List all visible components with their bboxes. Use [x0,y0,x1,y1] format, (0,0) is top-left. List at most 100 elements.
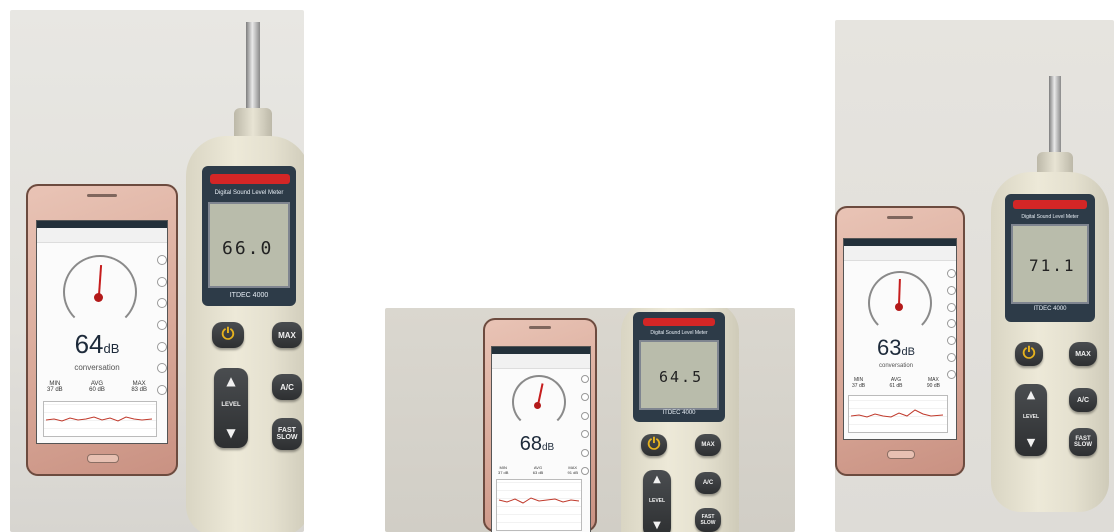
photo-3: 63dB conversation MIN 37 dB AVG 61 dB MAX 9… [835,20,1114,532]
phone-1: 64dB conversation MIN 37 dB AVG 60 dB MAX 8… [26,184,178,476]
app-bar [492,354,590,369]
lcd-value: 64.5 [659,368,704,386]
history-graph [848,395,948,433]
toolbar-icon[interactable] [947,285,956,295]
lcd-value: 71.1 [1029,256,1076,275]
meter-brand: Digital Sound Level Meter [650,330,708,336]
ac-button[interactable]: A/C [1069,388,1097,412]
stat-max: MAX 90 dB [927,377,940,389]
up-arrow-icon[interactable]: ▲ [643,474,671,485]
phone-screen: 63dB conversation MIN 37 dB AVG 61 dB MAX 9… [843,238,957,440]
db-reading: 68dB [492,433,582,456]
meter-model: ITDEC 4000 [662,410,696,416]
needle-hub [895,303,903,311]
lcd-value: 66.0 [222,238,274,259]
toolbar-icon[interactable] [581,448,589,457]
meter-model: ITDEC 4000 [1033,306,1067,312]
toolbar-icon[interactable] [947,269,956,278]
power-icon: ⏻ [221,326,235,343]
home-button [887,450,915,459]
app-bar [37,228,167,243]
db-caption: conversation [74,363,120,372]
sound-level-meter-2: Digital Sound Level Meter 64.5 ITDEC 400… [621,308,739,532]
toolbar-icon[interactable] [947,369,956,379]
ac-button[interactable]: A/C [272,374,302,400]
up-arrow-icon[interactable]: ▲ [214,374,248,388]
level-pad: ▲ LEVEL ▼ [643,470,671,532]
db-value: 63 [877,335,902,360]
stat-value: 37 dB [47,387,63,393]
down-arrow-icon[interactable]: ▼ [643,520,671,531]
stat-value: 61 dB [889,383,903,389]
toolbar-icon[interactable] [947,353,956,363]
toolbar-icon[interactable] [157,341,167,352]
db-value: 64 [74,329,104,359]
up-arrow-icon[interactable]: ▲ [1015,388,1047,401]
meter-probe [1049,76,1061,156]
power-button[interactable]: ⏻ [641,434,667,456]
fast-slow-button[interactable]: FAST SLOW [695,508,721,532]
down-arrow-icon[interactable]: ▼ [214,426,248,440]
phone-screen: 68dB MIN 37 dB AVG 63 dB MAX 91 dB [491,346,591,532]
toolbar-icon[interactable] [157,384,167,395]
stat-value: 37 dB [852,383,866,389]
toolbar-icon[interactable] [157,363,167,374]
power-icon: ⏻ [1022,345,1036,362]
stats-row: MIN 37 dB AVG 61 dB MAX 90 dB [852,377,940,389]
meter-brand: Digital Sound Level Meter [214,190,284,196]
photo-1: 64dB conversation MIN 37 dB AVG 60 dB MAX 8… [10,10,304,532]
toolbar-icon[interactable] [581,466,589,475]
stats-row: MIN 37 dB AVG 63 dB MAX 91 dB [498,465,578,475]
db-reading: 63dB [844,335,948,361]
max-button[interactable]: MAX [1069,342,1097,366]
toolbar-icon[interactable] [157,276,167,287]
stat-avg: AVG 61 dB [889,377,902,389]
status-bar [844,239,956,246]
toolbar-icon[interactable] [581,393,589,402]
fast-slow-button[interactable]: FAST SLOW [272,418,302,450]
fast-label: FAST [278,427,296,434]
toolbar-icon[interactable] [947,336,956,346]
history-trace [850,409,944,418]
brand-logo [210,174,290,184]
toolbar-icon[interactable] [581,375,589,383]
brand-logo [643,318,715,326]
stat-value: 60 dB [89,387,105,393]
sound-level-meter-1: Digital Sound Level Meter 66.0 ITDEC 400… [186,136,304,532]
down-arrow-icon[interactable]: ▼ [1015,436,1047,449]
toolbar-icon[interactable] [157,255,167,265]
stat-avg: AVG 63 dB [533,465,543,475]
app-bar [844,246,956,261]
photo-2: 68dB MIN 37 dB AVG 63 dB MAX 91 dB Digit… [385,308,795,532]
power-button[interactable]: ⏻ [1015,342,1043,366]
phone-speaker [887,216,913,219]
meter-bezel: Digital Sound Level Meter 66.0 ITDEC 400… [202,166,296,306]
stat-value: 83 dB [131,387,147,393]
history-graph [43,401,157,437]
stat-min: MIN 37 dB [498,465,508,475]
toolbar-icon[interactable] [581,430,589,439]
db-unit: dB [542,442,555,453]
meter-bezel: Digital Sound Level Meter 71.1 ITDEC 400… [1005,194,1095,322]
fast-slow-button[interactable]: FAST SLOW [1069,428,1097,456]
toolbar-icon[interactable] [157,319,167,330]
toolbar-icon[interactable] [581,411,589,420]
meter-brand: Digital Sound Level Meter [1021,214,1079,220]
meter-probe [246,22,260,110]
stat-min: MIN 37 dB [852,377,865,389]
lcd-display: 66.0 [208,202,290,288]
toolbar-icon[interactable] [157,298,167,309]
ac-button[interactable]: A/C [695,472,721,494]
toolbar-icon[interactable] [947,319,956,329]
toolbar-icon[interactable] [947,302,956,312]
max-button[interactable]: MAX [695,434,721,456]
level-pad: ▲ LEVEL ▼ [214,368,248,448]
history-trace [45,416,153,422]
meter-model: ITDEC 4000 [229,292,269,299]
stat-avg: AVG 60 dB [89,381,105,393]
power-button[interactable]: ⏻ [212,322,244,348]
history-trace [498,497,580,504]
max-button[interactable]: MAX [272,322,302,348]
stat-value: 91 dB [567,470,578,475]
level-label: LEVEL [1022,414,1040,420]
